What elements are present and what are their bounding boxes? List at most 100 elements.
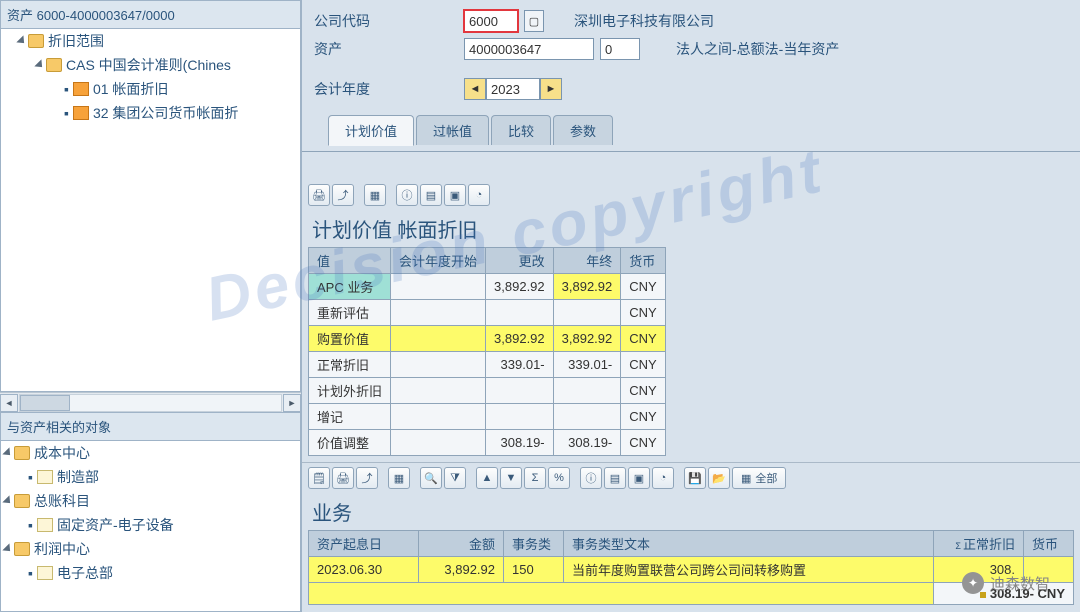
print-icon[interactable]: 🖨: [332, 467, 354, 489]
asset-tree-panel: 资产 6000-4000003647/0000 折旧范围 CAS 中国会计准则(…: [0, 0, 301, 392]
col-fy-start[interactable]: 会计年度开始: [391, 248, 486, 274]
plan-values-toolbar: 🖨 ⤴ ▦ ⓘ ▤ ▣ ◔: [302, 180, 1080, 210]
info-icon[interactable]: ⓘ: [396, 184, 418, 206]
col-ttype-text[interactable]: 事务类型文本: [564, 531, 934, 557]
spreadsheet-icon[interactable]: ▦: [364, 184, 386, 206]
scroll-left-icon[interactable]: ◄: [0, 394, 18, 412]
tree-node[interactable]: CAS 中国会计准则(Chines: [1, 53, 300, 77]
scroll-right-icon[interactable]: ►: [283, 394, 301, 412]
folder-icon: [28, 34, 44, 48]
tree-node[interactable]: 利润中心: [1, 537, 300, 561]
twisty-icon[interactable]: [2, 543, 13, 554]
tree-node-label: 折旧范围: [48, 31, 104, 51]
transactions-table[interactable]: 资产起息日 金额 事务类 事务类型文本 Σ正常折旧 货币 2023.06.30 …: [308, 530, 1074, 605]
sort-desc-icon[interactable]: ▼: [500, 467, 522, 489]
export-icon[interactable]: ⤴: [356, 467, 378, 489]
tree-node-label: 总账科目: [34, 491, 90, 511]
folder-icon: [14, 494, 30, 508]
info-icon[interactable]: ⓘ: [580, 467, 602, 489]
col-year-end[interactable]: 年终: [553, 248, 621, 274]
table-row[interactable]: 计划外折旧CNY: [309, 378, 666, 404]
currency-icon[interactable]: ◔: [652, 467, 674, 489]
sum-icon[interactable]: Σ: [524, 467, 546, 489]
all-button[interactable]: ▦全部: [732, 467, 786, 489]
tree-node[interactable]: ▪制造部: [1, 465, 300, 489]
layout-icon[interactable]: ▤: [420, 184, 442, 206]
left-sidebar: 资产 6000-4000003647/0000 折旧范围 CAS 中国会计准则(…: [0, 0, 302, 612]
tree-node[interactable]: 总账科目: [1, 489, 300, 513]
tab-posted-values[interactable]: 过帐值: [416, 115, 489, 145]
tree-node[interactable]: 成本中心: [1, 441, 300, 465]
tabstrip: 计划价值 过帐值 比较 参数: [314, 114, 1068, 145]
tab-planned-values[interactable]: 计划价值: [328, 115, 414, 146]
asset-tree-header: 资产 6000-4000003647/0000: [1, 1, 300, 29]
table-row[interactable]: APC 业务3,892.923,892.92CNY: [309, 274, 666, 300]
twisty-icon[interactable]: [2, 447, 13, 458]
save-layout-icon[interactable]: 💾: [684, 467, 706, 489]
year-next-button[interactable]: ►: [540, 78, 562, 100]
folder-icon: [46, 58, 62, 72]
col-change[interactable]: 更改: [486, 248, 554, 274]
search-help-icon[interactable]: ▢: [524, 10, 544, 32]
fiscal-year-input[interactable]: 2023: [486, 78, 540, 100]
tree-node[interactable]: ▪32 集团公司货币帐面折: [1, 101, 300, 125]
select-layout-icon[interactable]: 📂: [708, 467, 730, 489]
col-ord-dep[interactable]: Σ正常折旧: [934, 531, 1024, 557]
calc-icon[interactable]: ▣: [628, 467, 650, 489]
main-area: 公司代码 6000 ▢ 深圳电子科技有限公司 资产 4000003647 0 法…: [302, 0, 1080, 612]
tree-node[interactable]: ▪固定资产-电子设备: [1, 513, 300, 537]
col-value[interactable]: 值: [309, 248, 391, 274]
tree-hscrollbar[interactable]: ◄►: [0, 392, 301, 412]
twisty-icon[interactable]: [2, 495, 13, 506]
asset-subnumber-input[interactable]: 0: [600, 38, 640, 60]
calc-icon[interactable]: ▣: [444, 184, 466, 206]
table-row[interactable]: 增记CNY: [309, 404, 666, 430]
grid-icon: [73, 106, 89, 120]
tree-node[interactable]: 折旧范围: [1, 29, 300, 53]
doc-icon: [37, 518, 53, 532]
spreadsheet-icon[interactable]: ▦: [388, 467, 410, 489]
tree-node-label: 成本中心: [34, 443, 90, 463]
table-total-row: 308.19- CNY: [309, 583, 1074, 605]
table-row[interactable]: 购置价值3,892.923,892.92CNY: [309, 326, 666, 352]
asset-tree[interactable]: 折旧范围 CAS 中国会计准则(Chines ▪01 帐面折旧 ▪32 集团公司…: [1, 29, 300, 125]
tab-parameters[interactable]: 参数: [553, 115, 613, 145]
asset-label: 资产: [314, 39, 464, 59]
col-currency[interactable]: 货币: [1024, 531, 1074, 557]
tree-node[interactable]: ▪电子总部: [1, 561, 300, 585]
export-icon[interactable]: ⤴: [332, 184, 354, 206]
grid-icon: [73, 82, 89, 96]
table-row[interactable]: 价值调整308.19-308.19-CNY: [309, 430, 666, 456]
filter-icon[interactable]: ⧩: [444, 467, 466, 489]
details-icon[interactable]: 🗒: [308, 467, 330, 489]
plan-values-table[interactable]: 值 会计年度开始 更改 年终 货币 APC 业务3,892.923,892.92…: [308, 247, 666, 456]
transactions-title: 业务: [302, 493, 1080, 530]
wechat-stamp: ✦ 迪森数智: [962, 572, 1050, 594]
table-row[interactable]: 重新评估CNY: [309, 300, 666, 326]
related-tree[interactable]: 成本中心 ▪制造部 总账科目 ▪固定资产-电子设备 利润中心 ▪电子总部: [1, 441, 300, 585]
col-ttype[interactable]: 事务类: [504, 531, 564, 557]
tab-comparison[interactable]: 比较: [491, 115, 551, 145]
year-prev-button[interactable]: ◄: [464, 78, 486, 100]
col-value-date[interactable]: 资产起息日: [309, 531, 419, 557]
doc-icon: [37, 566, 53, 580]
currency-icon[interactable]: ◔: [468, 184, 490, 206]
twisty-icon[interactable]: [34, 59, 45, 70]
layout-icon[interactable]: ▤: [604, 467, 626, 489]
twisty-icon[interactable]: [16, 35, 27, 46]
asset-number-input[interactable]: 4000003647: [464, 38, 594, 60]
print-icon[interactable]: 🖨: [308, 184, 330, 206]
company-code-input[interactable]: 6000: [464, 10, 518, 32]
table-row[interactable]: 正常折旧339.01-339.01-CNY: [309, 352, 666, 378]
tree-node[interactable]: ▪01 帐面折旧: [1, 77, 300, 101]
related-tree-header: 与资产相关的对象: [1, 413, 300, 441]
company-name: 深圳电子科技有限公司: [574, 11, 714, 31]
sort-asc-icon[interactable]: ▲: [476, 467, 498, 489]
subtotal-icon[interactable]: %: [548, 467, 570, 489]
col-amount[interactable]: 金额: [419, 531, 504, 557]
asset-description: 法人之间-总额法-当年资产: [676, 39, 839, 59]
col-currency[interactable]: 货币: [621, 248, 665, 274]
table-row[interactable]: 2023.06.30 3,892.92 150 当前年度购置联营公司跨公司间转移…: [309, 557, 1074, 583]
related-tree-panel: 与资产相关的对象 成本中心 ▪制造部 总账科目 ▪固定资产-电子设备 利润中心 …: [0, 412, 301, 612]
find-icon[interactable]: 🔍: [420, 467, 442, 489]
